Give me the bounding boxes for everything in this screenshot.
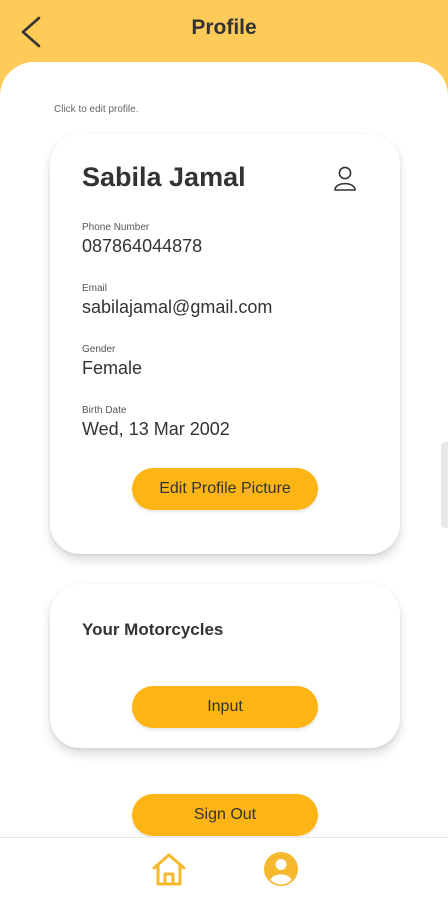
top-bar: Profile [0, 0, 448, 62]
profile-card[interactable]: Sabila Jamal Phone Number 087864044878 E… [50, 134, 400, 554]
nav-home[interactable] [150, 850, 188, 888]
sign-out-button[interactable]: Sign Out [132, 794, 318, 836]
motorcycles-title: Your Motorcycles [82, 620, 224, 639]
page-title: Profile [191, 16, 257, 39]
gender-value: Female [82, 358, 143, 378]
birth-date-value: Wed, 13 Mar 2002 [82, 419, 230, 439]
home-icon [152, 853, 186, 886]
gender-label: Gender [82, 344, 116, 355]
side-handle[interactable] [441, 442, 448, 528]
bottom-nav [0, 837, 448, 900]
birth-date-label: Birth Date [82, 405, 127, 416]
phone-value: 087864044878 [82, 236, 203, 256]
email-label: Email [82, 283, 108, 294]
edit-hint: Click to edit profile. [54, 104, 139, 115]
content-sheet: Click to edit profile. Sabila Jamal Phon… [0, 62, 448, 900]
profile-name: Sabila Jamal [82, 162, 246, 192]
edit-profile-picture-button[interactable]: Edit Profile Picture [132, 468, 318, 510]
motorcycles-card: Your Motorcycles Input [50, 584, 400, 748]
account-circle-icon [264, 852, 298, 886]
user-icon[interactable] [332, 164, 358, 192]
email-value: sabilajamal@gmail.com [82, 297, 273, 317]
nav-profile[interactable] [262, 850, 300, 888]
input-button[interactable]: Input [132, 686, 318, 728]
phone-label: Phone Number [82, 222, 150, 233]
